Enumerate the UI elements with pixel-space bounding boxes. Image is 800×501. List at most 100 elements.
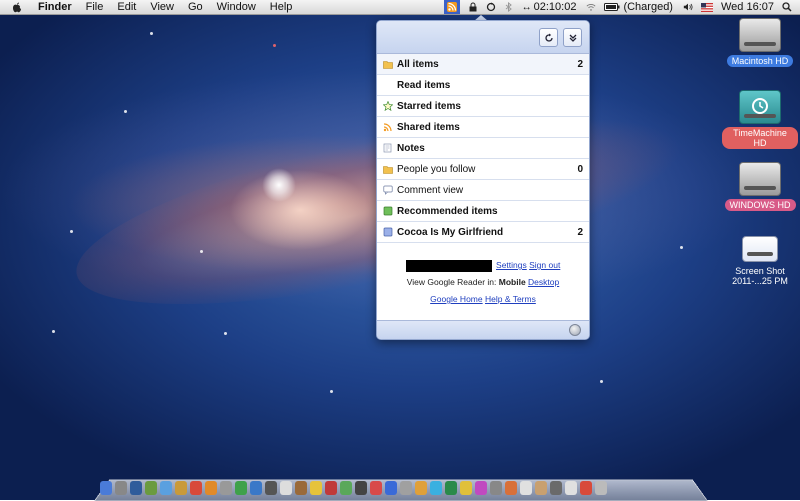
app-dock-icon[interactable]: [565, 481, 577, 495]
app-dock-icon[interactable]: [550, 481, 562, 495]
list-item-feed-cocoa[interactable]: Cocoa Is My Girlfriend 2: [377, 222, 589, 243]
feed-icon: [383, 227, 393, 237]
app-dock-icon[interactable]: [505, 481, 517, 495]
time-machine-drive-icon: [739, 90, 781, 124]
star: [200, 250, 203, 253]
app-dock-icon[interactable]: [265, 481, 277, 495]
settings-link[interactable]: Settings: [496, 260, 527, 270]
sync-icon[interactable]: [486, 2, 496, 12]
screenshot-thumbnail-icon: [742, 236, 778, 262]
list-item-label: Shared items: [397, 121, 460, 133]
wifi-icon[interactable]: [586, 2, 596, 12]
app-dock-icon[interactable]: [445, 481, 457, 495]
menu-edit[interactable]: Edit: [117, 0, 136, 14]
google-reader-status-icon[interactable]: [443, 0, 460, 14]
app-dock-icon[interactable]: [415, 481, 427, 495]
resize-handle[interactable]: [569, 324, 581, 336]
list-item-label: Comment view: [397, 184, 464, 196]
current-view-mode: Mobile: [498, 277, 526, 287]
menu-go[interactable]: Go: [188, 0, 203, 14]
app-dock-icon[interactable]: [145, 481, 157, 495]
list-item-starred-items[interactable]: Starred items: [377, 96, 589, 117]
list-item-shared-items[interactable]: Shared items: [377, 117, 589, 138]
app-dock-icon[interactable]: [340, 481, 352, 495]
list-item-label: People you follow: [397, 163, 476, 175]
desktop-view-link[interactable]: Desktop: [528, 277, 559, 287]
menu-bar: Finder File Edit View Go Window Help ↔ 0…: [0, 0, 800, 15]
app-dock-icon[interactable]: [580, 481, 592, 495]
list-item-notes[interactable]: Notes: [377, 138, 589, 159]
app-dock-icon[interactable]: [220, 481, 232, 495]
list-item-read-items[interactable]: Read items: [377, 75, 589, 96]
desktop-icon-timemachine-hd[interactable]: TimeMachine HD: [722, 90, 798, 149]
battery-status-text[interactable]: (Charged): [623, 1, 673, 13]
app-dock-icon[interactable]: [520, 481, 532, 495]
status-menus: ↔ 02:10:02 (Charged) Wed 16:07: [436, 0, 796, 14]
app-dock-icon[interactable]: [535, 481, 547, 495]
hard-drive-icon: [739, 18, 781, 52]
us-flag-input-icon[interactable]: [700, 2, 713, 12]
battery-icon[interactable]: [604, 2, 620, 12]
expand-button[interactable]: [563, 28, 582, 47]
list-item-people-you-follow[interactable]: People you follow 0: [377, 159, 589, 180]
clock-timer-readout[interactable]: 02:10:02: [534, 1, 577, 13]
app-dock-icon[interactable]: [460, 481, 472, 495]
volume-icon[interactable]: [683, 2, 693, 12]
app-dock-icon[interactable]: [490, 481, 502, 495]
desktop-icon-macintosh-hd[interactable]: Macintosh HD: [722, 18, 798, 67]
menu-view[interactable]: View: [150, 0, 174, 14]
star: [224, 332, 227, 335]
app-dock-icon[interactable]: [385, 481, 397, 495]
list-item-label: Recommended items: [397, 205, 498, 217]
spotlight-search-icon[interactable]: [782, 2, 792, 12]
app-dock-icon[interactable]: [325, 481, 337, 495]
google-home-link[interactable]: Google Home: [430, 294, 482, 304]
lock-icon[interactable]: [468, 2, 478, 12]
app-dock-icon[interactable]: [160, 481, 172, 495]
star: [70, 230, 73, 233]
app-dock-icon[interactable]: [130, 481, 142, 495]
refresh-button[interactable]: [539, 28, 558, 47]
app-dock-icon[interactable]: [235, 481, 247, 495]
trash-dock-icon[interactable]: [595, 481, 607, 495]
app-dock-icon[interactable]: [190, 481, 202, 495]
shared-icon: [383, 122, 393, 132]
desktop-icon-windows-hd[interactable]: WINDOWS HD: [722, 162, 798, 211]
unread-count: 0: [577, 163, 583, 175]
desktop-icon-screenshot[interactable]: Screen Shot 2011-...25 PM: [722, 236, 798, 287]
sign-out-link[interactable]: Sign out: [529, 260, 560, 270]
apple-menu-icon[interactable]: [10, 0, 24, 14]
list-item-recommended-items[interactable]: Recommended items: [377, 201, 589, 222]
dock: [100, 478, 700, 498]
menubar-clock[interactable]: Wed 16:07: [721, 1, 774, 13]
list-item-all-items[interactable]: All items 2: [377, 54, 589, 75]
app-dock-icon[interactable]: [310, 481, 322, 495]
app-dock-icon[interactable]: [370, 481, 382, 495]
app-menu-finder[interactable]: Finder: [38, 0, 72, 14]
app-dock-icon[interactable]: [400, 481, 412, 495]
app-dock-icon[interactable]: [175, 481, 187, 495]
help-terms-link[interactable]: Help & Terms: [485, 294, 536, 304]
blank-icon: [383, 80, 393, 90]
menu-window[interactable]: Window: [217, 0, 256, 14]
list-item-comment-view[interactable]: Comment view: [377, 180, 589, 201]
finder-dock-icon[interactable]: [100, 481, 112, 495]
app-dock-icon[interactable]: [475, 481, 487, 495]
app-dock-icon[interactable]: [430, 481, 442, 495]
timer-arrows-icon: ↔: [521, 1, 532, 13]
app-dock-icon[interactable]: [250, 481, 262, 495]
people-folder-icon: [383, 164, 393, 174]
app-dock-icon[interactable]: [115, 481, 127, 495]
view-mode-row: View Google Reader in: Mobile Desktop: [377, 274, 589, 291]
firefox-dock-icon[interactable]: [205, 481, 217, 495]
list-item-label: Notes: [397, 142, 425, 154]
app-dock-icon[interactable]: [280, 481, 292, 495]
app-dock-icon[interactable]: [355, 481, 367, 495]
menu-help[interactable]: Help: [270, 0, 293, 14]
menu-file[interactable]: File: [86, 0, 104, 14]
app-dock-icon[interactable]: [295, 481, 307, 495]
folder-icon: [383, 59, 393, 69]
redacted-account-name: [405, 259, 492, 272]
reader-item-list: All items 2 Read items Starred items Sha…: [377, 54, 589, 243]
bluetooth-icon[interactable]: [504, 2, 514, 12]
